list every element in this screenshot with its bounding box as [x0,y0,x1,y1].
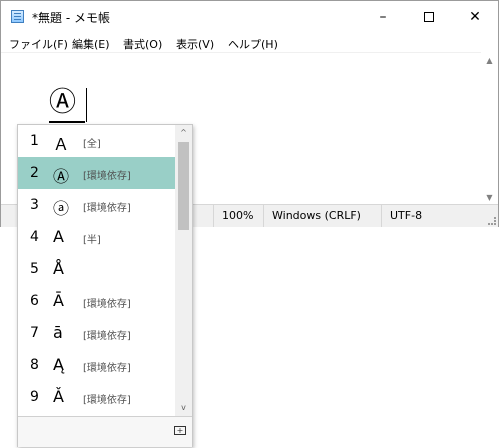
candidate-note: [環境依存] [83,171,131,182]
candidate-char: A [53,227,64,246]
candidate-item[interactable]: 8 Ą [環境依存] [18,349,176,381]
candidate-number: 9 [30,389,39,405]
title-bar[interactable]: *無題 - メモ帳 – ✕ [1,1,498,33]
candidate-note: [環境依存] [83,395,131,406]
candidate-note: [環境依存] [83,203,131,214]
zoom-level: 100% [213,205,263,227]
menu-edit[interactable]: 編集(E) [72,36,110,52]
candidate-note: [全] [83,139,101,150]
candidate-item[interactable]: 6 Ā [環境依存] [18,285,176,317]
ime-candidate-window: 1 Ａ [全] 2 Ⓐ [環境依存] 3 ⓐ [環境依存] 4 A [半] 5 … [17,124,193,447]
composition-text: Ⓐ [49,87,76,118]
candidate-number: 5 [30,261,39,277]
menu-file[interactable]: ファイル(F) [9,36,68,52]
menu-bar: ファイル(F) 編集(E) 書式(O) 表示(V) ヘルプ(H) [1,33,498,52]
candidate-char: Ą [53,355,64,374]
encoding: UTF-8 [381,205,481,227]
candidate-note: [環境依存] [83,299,131,310]
candidate-scrollbar[interactable]: ^ v [175,125,192,416]
notepad-icon [11,10,24,23]
candidate-note: [環境依存] [83,363,131,374]
candidate-item[interactable]: 9 Ǎ [環境依存] [18,381,176,413]
maximize-icon [424,12,434,22]
minimize-button[interactable]: – [360,1,406,33]
text-caret [86,88,87,122]
line-ending: Windows (CRLF) [263,205,381,227]
candidate-number: 4 [30,229,39,245]
candidate-char: ⓐ [53,199,70,218]
candidate-number: 1 [30,133,39,149]
candidate-item[interactable]: 1 Ａ [全] [18,125,176,157]
maximize-button[interactable] [406,1,452,33]
candidate-item[interactable]: 3 ⓐ [環境依存] [18,189,176,221]
candidate-number: 6 [30,293,39,309]
menu-format[interactable]: 書式(O) [123,36,162,52]
candidate-item-selected[interactable]: 2 Ⓐ [環境依存] [18,157,176,189]
candidate-char: Ā [53,291,64,310]
window-title: *無題 - メモ帳 [32,11,110,25]
candidate-char: Ǎ [53,387,64,406]
expand-table-icon[interactable]: + [174,426,186,435]
candidate-number: 7 [30,325,39,341]
candidate-number: 2 [30,165,39,181]
editor-scrollbar[interactable]: ▲ ▼ [481,52,498,206]
candidate-item[interactable]: 5 Å [18,253,176,285]
composition-underline [49,121,85,123]
candidate-note: [半] [83,235,101,246]
scroll-up-icon[interactable]: ▲ [481,52,498,69]
candidate-number: 3 [30,197,39,213]
candidate-item[interactable]: 4 A [半] [18,221,176,253]
menu-help[interactable]: ヘルプ(H) [228,36,278,52]
menu-view[interactable]: 表示(V) [176,36,214,52]
chevron-up-icon[interactable]: ^ [175,125,192,141]
candidate-char: Å [53,259,64,278]
candidate-item[interactable]: 7 ā [環境依存] [18,317,176,349]
chevron-down-icon[interactable]: v [175,400,192,416]
candidate-char: Ａ [53,135,70,154]
resize-grip-icon[interactable] [488,217,496,225]
candidate-char: ā [53,323,63,342]
candidate-char: Ⓐ [53,167,70,186]
candidate-number: 8 [30,357,39,373]
close-button[interactable]: ✕ [452,1,498,33]
scroll-thumb[interactable] [178,142,189,230]
candidate-footer: + [18,416,192,447]
candidate-note: [環境依存] [83,331,131,342]
